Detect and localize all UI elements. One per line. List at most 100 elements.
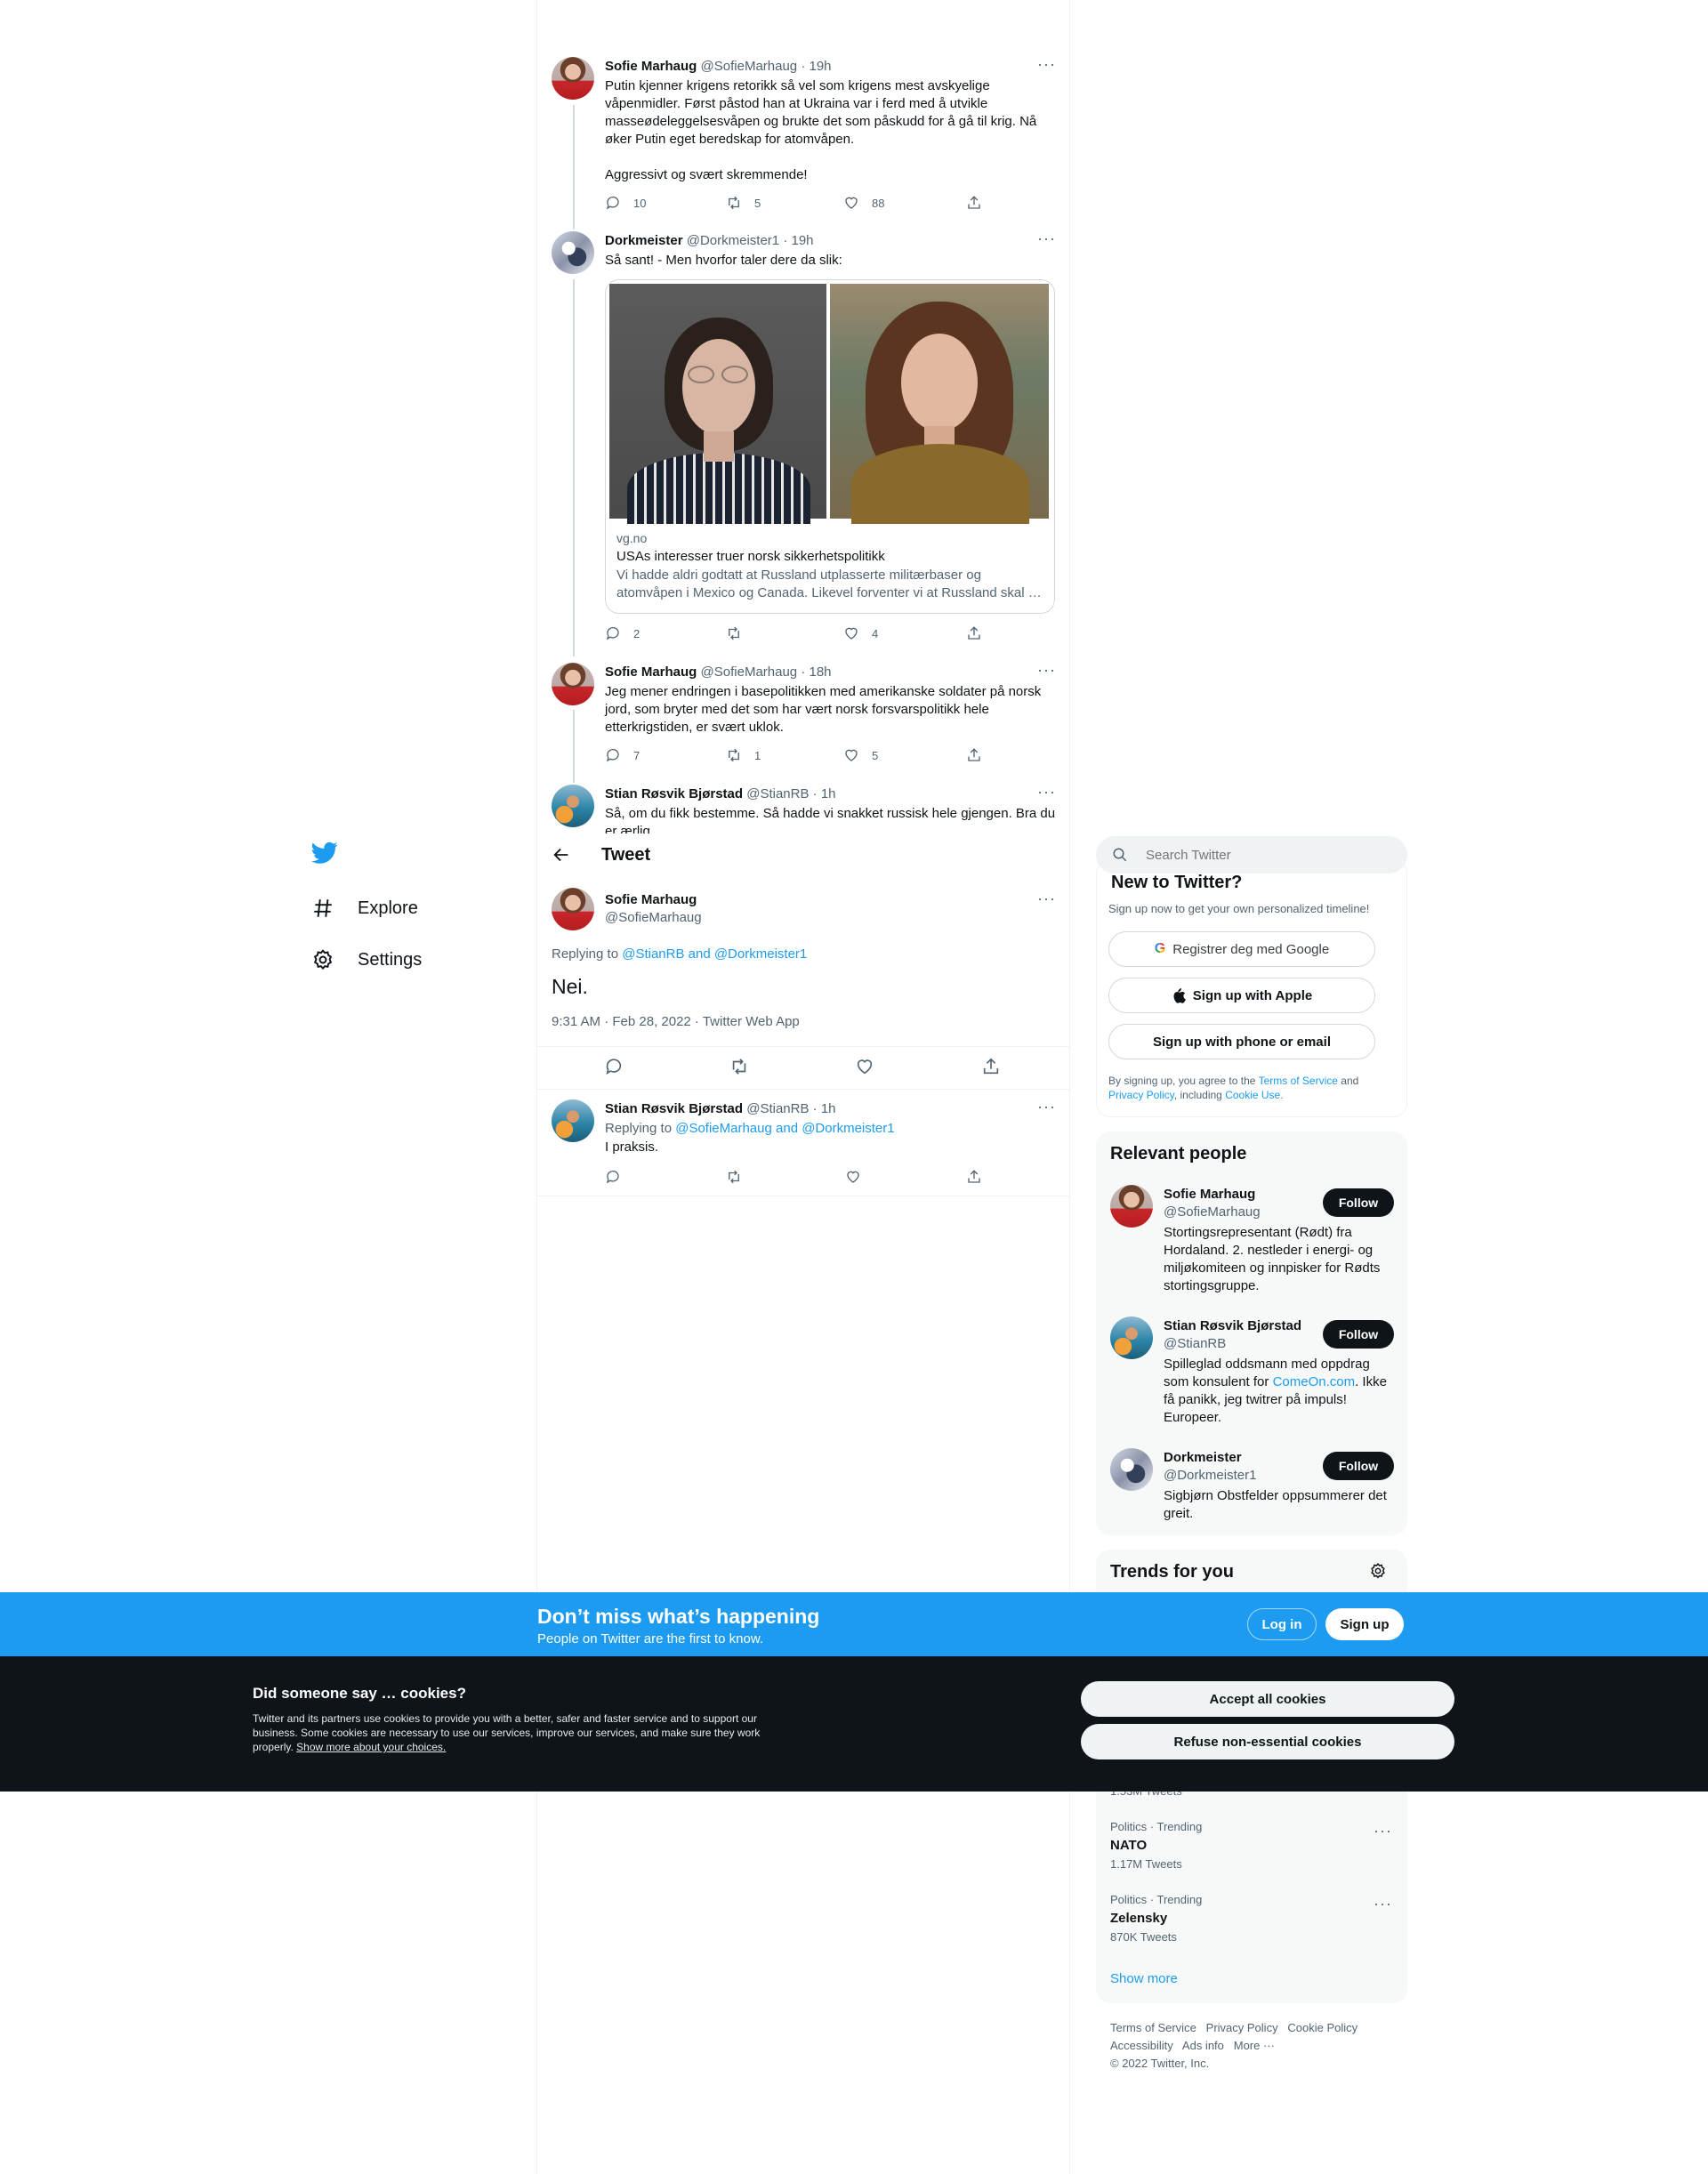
reply-button[interactable]: 7 [605,747,640,763]
like-button[interactable] [855,1057,874,1081]
author-name[interactable]: Sofie Marhaug [605,59,697,74]
cookie-use-link[interactable]: Cookie Use. [1225,1089,1283,1101]
retweet-button[interactable]: 5 [726,195,761,211]
replying-to-link[interactable]: @StianRB and @Dorkmeister1 [622,946,807,962]
person-bio: Sigbjørn Obstfelder oppsummerer det grei… [1164,1488,1387,1521]
share-button[interactable] [966,195,982,211]
avatar[interactable] [552,1099,594,1142]
person-name[interactable]: Stian Røsvik Bjørstad [1164,1318,1301,1333]
accept-cookies-button[interactable]: Accept all cookies [1081,1681,1454,1717]
phone-email-signup-button[interactable]: Sign up with phone or email [1108,1024,1375,1059]
trend-item[interactable]: Politics · Trending Zelensky 870K Tweets… [1096,1886,1407,1957]
more-options-icon[interactable]: ··· [1037,890,1056,908]
more-options-icon[interactable]: ··· [1037,783,1056,801]
share-button[interactable] [966,747,982,763]
tweet-time[interactable]: · 19h [801,59,831,74]
footer-link[interactable]: Accessibility [1110,2039,1173,2052]
follow-button[interactable]: Follow [1323,1452,1394,1480]
avatar[interactable] [552,785,594,827]
avatar[interactable] [552,888,594,930]
author-handle[interactable]: @Dorkmeister1 [687,233,779,248]
like-button[interactable]: 5 [843,747,878,763]
avatar[interactable] [552,663,594,705]
banner-subtitle: People on Twitter are the first to know. [537,1631,764,1647]
login-button[interactable]: Log in [1247,1608,1317,1640]
search-input[interactable] [1146,845,1386,865]
reply-button[interactable] [605,1169,621,1185]
retweet-button[interactable] [729,1057,749,1081]
share-button[interactable] [966,1169,982,1185]
person-handle[interactable]: @Dorkmeister1 [1164,1468,1256,1483]
footer-link[interactable]: Privacy Policy [1206,2021,1278,2034]
trend-item[interactable]: Politics · Trending NATO 1.17M Tweets ··… [1096,1813,1407,1884]
avatar[interactable] [1110,1185,1153,1228]
cookie-choices-link[interactable]: Show more about your choices. [296,1741,446,1753]
signup-button[interactable]: Sign up [1325,1608,1404,1640]
thread-line [573,105,575,229]
reply-button[interactable] [604,1057,624,1081]
author-name[interactable]: Stian Røsvik Bjørstad [605,1101,743,1116]
like-button[interactable] [845,1169,861,1185]
more-options-icon[interactable]: ··· [1037,1098,1056,1116]
person-name[interactable]: Sofie Marhaug [1164,1187,1255,1202]
terms-link[interactable]: Terms of Service [1259,1075,1338,1087]
share-button[interactable] [966,625,982,641]
refuse-cookies-button[interactable]: Refuse non-essential cookies [1081,1724,1454,1759]
footer-link[interactable]: Cookie Policy [1287,2021,1358,2034]
twitter-logo-icon[interactable] [311,841,338,869]
tweet-time[interactable]: · 1h [813,1101,836,1116]
author-handle[interactable]: @SofieMarhaug [605,910,702,925]
author-handle[interactable]: @StianRB [746,786,809,801]
show-more-link[interactable]: Show more [1110,1971,1178,1986]
person-handle[interactable]: @StianRB [1164,1336,1226,1351]
more-options-icon[interactable]: ··· [1037,55,1056,74]
footer-more-link[interactable]: More ··· [1234,2039,1275,2052]
person-handle[interactable]: @SofieMarhaug [1164,1204,1261,1220]
link-card[interactable]: vg.no USAs interesser truer norsk sikker… [605,279,1055,614]
author-name[interactable]: Sofie Marhaug [605,664,697,680]
author-name[interactable]: Stian Røsvik Bjørstad [605,786,743,801]
footer-link[interactable]: Ads info [1182,2039,1224,2052]
bio-link[interactable]: ComeOn.com [1273,1374,1356,1389]
retweet-button[interactable]: 1 [726,747,761,763]
apple-signup-button[interactable]: Sign up with Apple [1108,978,1375,1013]
google-signup-button[interactable]: G Registrer deg med Google [1108,931,1375,967]
tweet-time[interactable]: · 1h [813,786,836,801]
author-name[interactable]: Sofie Marhaug [605,892,697,907]
privacy-link[interactable]: Privacy Policy [1108,1089,1174,1101]
follow-button[interactable]: Follow [1323,1188,1394,1217]
reply-button[interactable]: 10 [605,195,646,211]
replying-to-link[interactable]: @SofieMarhaug and @Dorkmeister1 [675,1121,894,1136]
author-handle[interactable]: @SofieMarhaug [701,59,798,74]
tweet-meta[interactable]: 9:31 AM · Feb 28, 2022 · Twitter Web App [552,1014,800,1029]
more-options-icon[interactable]: ··· [1037,229,1056,248]
like-button[interactable]: 88 [843,195,884,211]
avatar[interactable] [552,57,594,100]
more-options-icon[interactable]: ··· [1037,661,1056,680]
like-button[interactable]: 4 [843,625,878,641]
back-arrow-icon[interactable] [552,845,571,869]
avatar[interactable] [552,231,594,274]
share-button[interactable] [981,1057,1001,1081]
avatar[interactable] [1110,1316,1153,1359]
author-handle[interactable]: @SofieMarhaug [701,664,798,680]
person-name[interactable]: Dorkmeister [1164,1450,1242,1465]
more-options-icon[interactable]: ··· [1374,1822,1392,1840]
author-name[interactable]: Dorkmeister [605,233,683,248]
gear-icon[interactable] [1369,1562,1387,1580]
footer-link[interactable]: Terms of Service [1110,2021,1196,2034]
nav-settings[interactable]: Settings [311,948,422,971]
author-handle[interactable]: @StianRB [746,1101,809,1116]
tweet-time[interactable]: · 18h [801,664,831,680]
more-options-icon[interactable]: ··· [1374,1895,1392,1913]
search-bar[interactable] [1096,836,1407,874]
retweet-button[interactable] [726,625,742,641]
nav-explore[interactable]: Explore [311,897,418,920]
hashtag-icon [314,899,332,917]
like-count: 4 [872,626,879,640]
avatar[interactable] [1110,1448,1153,1491]
retweet-button[interactable] [726,1169,742,1185]
tweet-time[interactable]: · 19h [783,233,813,248]
follow-button[interactable]: Follow [1323,1320,1394,1349]
reply-button[interactable]: 2 [605,625,640,641]
